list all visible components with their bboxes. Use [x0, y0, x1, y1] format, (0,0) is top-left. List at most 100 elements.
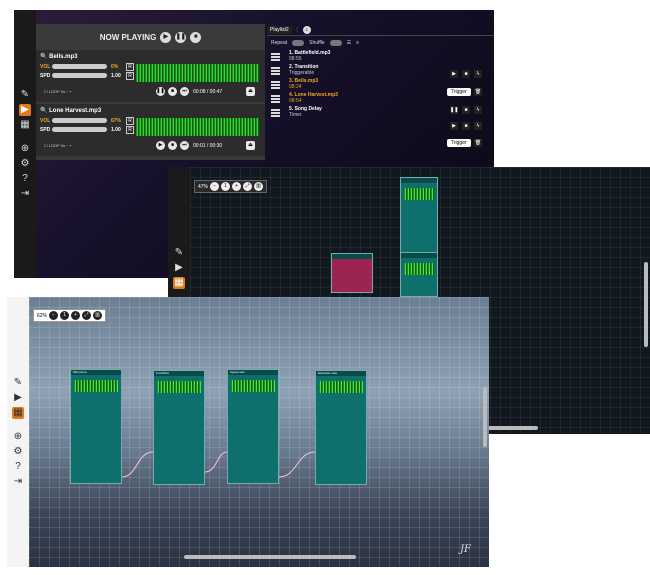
shuffle-toggle[interactable]	[329, 40, 342, 46]
trigger-icon[interactable]: ϟ	[474, 70, 482, 78]
track-name: 🔍 Lone Harvest.mp3	[40, 108, 102, 114]
vertical-scrollbar[interactable]	[483, 387, 487, 447]
mountain-board-window: ✎ ▶ ▦ ⊕ ⚙ ? ⇥ 62% − 1 + ⤢ ▥ Merrytune Fr…	[7, 297, 489, 567]
feather-icon[interactable]: ✎	[173, 247, 185, 259]
vol-slider[interactable]	[52, 118, 107, 123]
trigger-icon[interactable]: ϟ	[474, 122, 482, 130]
track-card: 🔍 Bells.mp3 VOL 0% R SPD 1.00 R ☐ LOOP 0…	[36, 50, 265, 102]
pause-icon[interactable]: ❚❚	[156, 87, 165, 96]
zoom-out-icon[interactable]: −	[210, 182, 220, 191]
zoom-in-icon[interactable]: +	[232, 182, 242, 191]
vertical-scrollbar[interactable]	[644, 262, 648, 347]
now-playing-panel: NOW PLAYING ▶ ❚❚ ■ 🔍 Bells.mp3 VOL 0% R …	[36, 24, 265, 160]
shuffle-label: Shuffle	[309, 40, 325, 46]
exit-icon[interactable]: ⇥	[19, 188, 31, 200]
waveform[interactable]	[136, 64, 259, 82]
help-icon[interactable]: ?	[19, 173, 31, 185]
pause-all-icon[interactable]: ❚❚	[175, 31, 187, 43]
vol-value: 0%	[111, 64, 119, 70]
playlist-item[interactable]: 1. Battlefield.mp3 08:55	[267, 50, 494, 64]
soundboard-icon[interactable]: ▦	[173, 277, 185, 289]
feather-icon[interactable]: ✎	[19, 89, 31, 101]
track-name: 🔍 Bells.mp3	[40, 54, 78, 60]
trigger-button[interactable]: Trigger	[447, 88, 471, 96]
reset-spd-button[interactable]: R	[126, 126, 134, 134]
spd-value: 1.00	[111, 73, 121, 79]
play-circle-icon[interactable]: ▶	[173, 262, 185, 274]
now-playing-header: NOW PLAYING ▶ ❚❚ ■	[36, 24, 265, 50]
play-circle-icon[interactable]: ▶	[19, 103, 31, 116]
drag-handle-icon[interactable]	[271, 80, 280, 89]
trigger-node[interactable]	[331, 253, 373, 293]
tab-menu-icon[interactable]: ⋮	[295, 27, 300, 33]
now-playing-title: NOW PLAYING	[99, 32, 157, 42]
track-card: 🔍 Lone Harvest.mp3 VOL 67% R SPD 1.00 R …	[36, 104, 265, 156]
vol-label: VOL	[40, 64, 51, 70]
sound-node[interactable]	[400, 177, 438, 257]
eject-icon[interactable]: ⏏	[246, 141, 255, 150]
pause-icon[interactable]: ❚❚	[450, 106, 458, 114]
zoom-level: 47%	[198, 183, 209, 190]
fit-icon[interactable]: ⤢	[243, 182, 253, 191]
time-readout: 00:08 / 00:47	[193, 89, 223, 95]
tab-playlist[interactable]: Playlist2	[267, 25, 292, 34]
zoom-toolbar: 47% − 1 + ⤢ ▥	[194, 180, 268, 193]
item-time: 08:54	[289, 98, 302, 104]
zoom-icon[interactable]: ⊕	[19, 143, 31, 155]
vol-slider[interactable]	[52, 64, 107, 69]
stop-icon[interactable]: ■	[168, 141, 177, 150]
skip-icon[interactable]: ⏭	[180, 87, 189, 96]
stop-icon[interactable]: ■	[462, 122, 470, 130]
reset-spd-button[interactable]: R	[126, 72, 134, 80]
play-icon[interactable]: ▶	[450, 122, 458, 130]
zoom-reset-icon[interactable]: 1	[221, 182, 231, 191]
spd-value: 1.00	[111, 127, 121, 133]
playlist-tabs: Playlist2 ⋮ 2	[267, 24, 494, 36]
trash-icon[interactable]: 🗑	[474, 139, 482, 147]
horizontal-scrollbar[interactable]	[184, 555, 356, 559]
repeat-label: Repeat	[271, 40, 288, 46]
vol-label: VOL	[40, 118, 51, 124]
spd-slider[interactable]	[52, 73, 107, 78]
soundboard-icon[interactable]: ▦	[19, 119, 31, 131]
sort-icon[interactable]: ☰	[347, 40, 351, 46]
drag-handle-icon[interactable]	[271, 94, 280, 103]
layout-icon[interactable]: ▥	[254, 182, 264, 191]
play-all-icon[interactable]: ▶	[160, 31, 172, 43]
stop-icon[interactable]: ■	[462, 106, 470, 114]
play-icon[interactable]: ▶	[156, 141, 165, 150]
spd-slider[interactable]	[52, 127, 107, 132]
gear-icon[interactable]: ⚙	[19, 158, 31, 170]
playlist-panel: Playlist2 ⋮ 2 Repeat Shuffle ☰ ≡ 1. Batt…	[267, 24, 494, 160]
playlist-controls: Repeat Shuffle ☰ ≡	[267, 36, 494, 50]
skip-icon[interactable]: ⏭	[180, 141, 189, 150]
playlist-item[interactable]: 5. Song Delay Timer	[267, 106, 494, 120]
stop-icon[interactable]: ■	[462, 70, 470, 78]
drag-handle-icon[interactable]	[271, 66, 280, 75]
trash-icon[interactable]: 🗑	[474, 88, 482, 96]
reset-vol-button[interactable]: R	[126, 63, 134, 71]
vol-value: 67%	[111, 118, 122, 124]
item-time: 08:55	[289, 56, 302, 62]
waveform[interactable]	[136, 118, 259, 136]
spd-label: SPD	[40, 73, 51, 79]
stop-all-icon[interactable]: ■	[190, 31, 202, 43]
sidebar: ✎ ▶ ▦ ⊕ ⚙ ? ⇥	[14, 10, 36, 278]
list-icon[interactable]: ≡	[356, 40, 359, 46]
sound-node[interactable]	[400, 252, 438, 297]
drag-handle-icon[interactable]	[271, 108, 280, 117]
trigger-icon[interactable]: ϟ	[474, 106, 482, 114]
eject-icon[interactable]: ⏏	[246, 87, 255, 96]
drag-handle-icon[interactable]	[271, 52, 280, 61]
signature: JF	[460, 544, 471, 555]
play-icon[interactable]: ▶	[450, 70, 458, 78]
reset-vol-button[interactable]: R	[126, 117, 134, 125]
loop-label[interactable]: ☐ LOOP 0s − +	[44, 143, 72, 148]
stop-icon[interactable]: ■	[168, 87, 177, 96]
playlist-item[interactable]: 2. Transition Triggerable	[267, 64, 494, 78]
tab-badge[interactable]: 2	[302, 25, 311, 34]
repeat-toggle[interactable]	[292, 40, 305, 46]
trigger-button[interactable]: Trigger	[447, 139, 471, 147]
loop-label[interactable]: ☐ LOOP 0s − +	[44, 89, 72, 94]
spd-label: SPD	[40, 127, 51, 133]
